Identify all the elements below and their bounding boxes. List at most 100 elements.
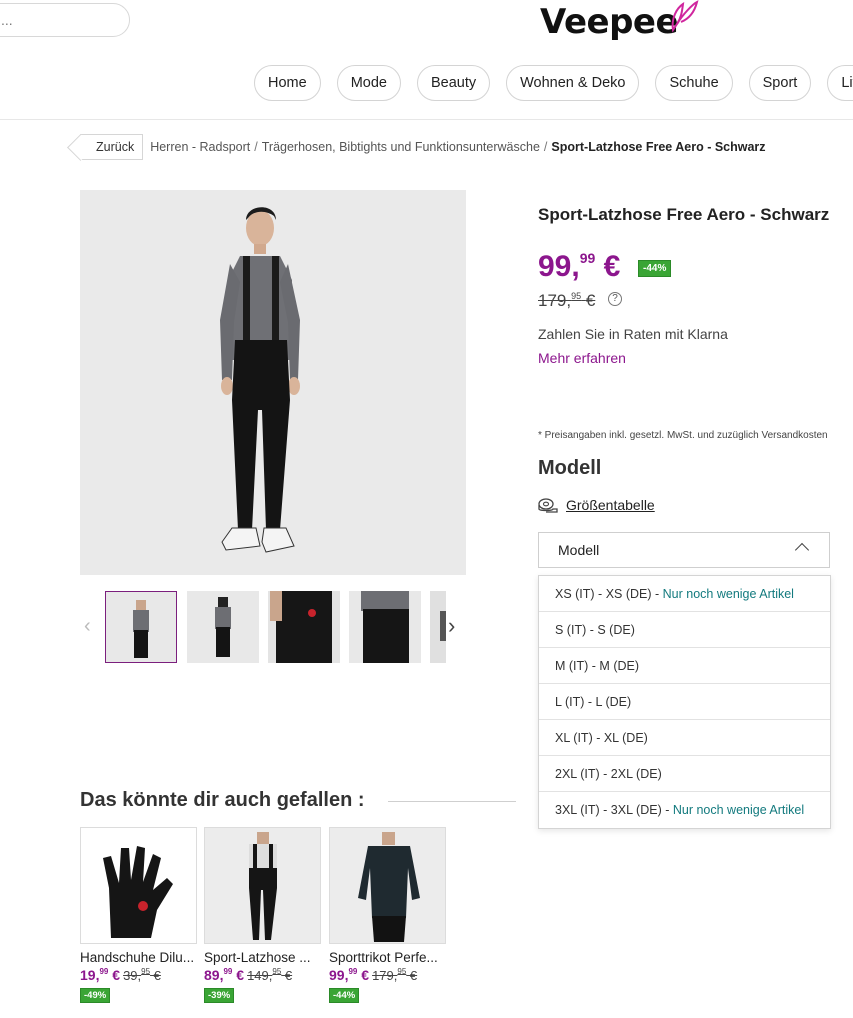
back-button-label: Zurück [96, 140, 135, 154]
search-input[interactable]: ... [0, 3, 130, 37]
nav-life[interactable]: Life [827, 65, 853, 101]
klarna-text: Zahlen Sie in Raten mit Klarna [538, 326, 728, 342]
model-heading: Modell [538, 457, 602, 479]
recommendation-price-currency: € [108, 967, 121, 983]
recommendation-name: Sport-Latzhose ... [204, 950, 311, 965]
recommendation-prices: 19,99 €39,95 € [80, 967, 198, 983]
logo-text: Veepee [540, 2, 679, 42]
thumbnail-2[interactable] [187, 591, 259, 663]
breadcrumb-item[interactable]: Herren - Radsport [150, 140, 250, 154]
size-option[interactable]: 3XL (IT) - 3XL (DE) - Nur noch wenige Ar… [539, 792, 830, 828]
price-cents: 99 [579, 250, 596, 266]
thumbnail-5[interactable] [430, 591, 446, 663]
recommendation-old-main: 179, [372, 968, 398, 983]
chevron-left-icon[interactable]: ‹ [84, 615, 91, 638]
recommendation-price-main: 19, [80, 967, 100, 983]
thumbnail-4[interactable] [349, 591, 421, 663]
nav-beauty[interactable]: Beauty [416, 65, 491, 101]
size-option-label: XS (IT) - XS (DE) [555, 587, 652, 601]
size-option[interactable]: 2XL (IT) - 2XL (DE) [539, 756, 830, 792]
size-option-separator: - [651, 587, 663, 601]
nav-schuhe[interactable]: Schuhe [655, 65, 733, 101]
nav-home[interactable]: Home [254, 65, 321, 101]
old-price-main: 179, [538, 291, 572, 310]
nav-mode[interactable]: Mode [336, 65, 401, 101]
recommendation-card[interactable]: Handschuhe Dilu... 19,99 €39,95 € -49% [80, 827, 198, 1003]
old-price-currency: € [585, 291, 596, 310]
recommendation-price-currency: € [232, 967, 245, 983]
thumbnail-strip: ‹ › [80, 589, 480, 665]
back-button[interactable]: Zurück [80, 134, 144, 160]
recommendation-price: 89,99 € [204, 967, 244, 983]
recommendation-image[interactable] [204, 827, 321, 944]
breadcrumb-separator: / [543, 140, 548, 154]
recommendation-prices: 89,99 €149,95 € [204, 967, 322, 983]
price-currency: € [603, 250, 621, 283]
discount-badge: -39% [204, 988, 235, 1003]
recommendation-card[interactable]: Sport-Latzhose ... 89,99 €149,95 € -39% [204, 827, 322, 1003]
breadcrumb-item[interactable]: Trägerhosen, Bibtights und Funktionsunte… [262, 140, 540, 154]
recommendation-old-price: 179,95 € [372, 967, 418, 983]
size-option-separator: - [661, 803, 673, 817]
model-select-value: Modell [558, 542, 600, 558]
discount-badge: -49% [80, 988, 111, 1003]
size-option-label: L (IT) - L (DE) [555, 695, 632, 709]
thumbnail-3[interactable] [268, 591, 340, 663]
recommendations-title: Das könnte dir auch gefallen : [80, 789, 365, 811]
discount-badge: -44% [638, 260, 672, 277]
product-title: Sport-Latzhose Free Aero - Schwarz [538, 205, 830, 224]
measuring-tape-icon [538, 498, 558, 513]
help-icon[interactable]: ? [608, 292, 622, 306]
thumbnail-image [349, 591, 421, 663]
thumbnail-image [268, 591, 340, 663]
product-photo-illustration [80, 190, 466, 575]
current-price: 99,99 € [538, 250, 620, 284]
size-option[interactable]: L (IT) - L (DE) [539, 684, 830, 720]
thumbnail-image [106, 592, 176, 662]
size-option[interactable]: S (IT) - S (DE) [539, 612, 830, 648]
recommendation-card[interactable]: Sporttrikot Perfe... 99,99 €179,95 € -44… [329, 827, 447, 1003]
nav-sport[interactable]: Sport [748, 65, 812, 101]
size-chart-link[interactable]: Größentabelle [538, 497, 655, 513]
nav-wohnen-deko[interactable]: Wohnen & Deko [506, 65, 640, 101]
size-option-label: XL (IT) - XL (DE) [555, 731, 648, 745]
size-option-label: M (IT) - M (DE) [555, 659, 640, 673]
recommendation-old-currency: € [406, 968, 418, 983]
product-main-image[interactable] [80, 190, 466, 575]
recommendation-price: 19,99 € [80, 967, 120, 983]
size-option[interactable]: XS (IT) - XS (DE) - Nur noch wenige Arti… [539, 576, 830, 612]
price-main: 99, [538, 250, 580, 283]
size-option[interactable]: M (IT) - M (DE) [539, 648, 830, 684]
size-option[interactable]: XL (IT) - XL (DE) [539, 720, 830, 756]
recommendation-old-cents: 95 [272, 967, 282, 976]
thumbnail-1[interactable] [105, 591, 177, 663]
recommendation-image[interactable] [329, 827, 446, 944]
more-info-link[interactable]: Mehr erfahren [538, 350, 626, 366]
recommendation-price-main: 99, [329, 967, 349, 983]
recommendation-image[interactable] [80, 827, 197, 944]
veepee-logo[interactable]: Veepee [540, 0, 700, 42]
thumbnail-image [187, 591, 259, 663]
recommendation-old-currency: € [150, 968, 161, 983]
gloves-image [81, 828, 196, 943]
thumbnail-image [430, 591, 446, 663]
recommendation-price-main: 89, [204, 967, 224, 983]
recommendation-old-cents: 95 [397, 967, 407, 976]
size-option-label: 3XL (IT) - 3XL (DE) [555, 803, 662, 817]
main-nav: Home Mode Beauty Wohnen & Deko Schuhe Sp… [254, 65, 853, 101]
recommendation-price: 99,99 € [329, 967, 369, 983]
discount-badge: -44% [329, 988, 360, 1003]
chevron-right-icon[interactable]: › [448, 613, 455, 639]
size-option-label: 2XL (IT) - 2XL (DE) [555, 767, 662, 781]
chevron-up-icon [794, 542, 810, 558]
recommendation-old-price: 149,95 € [247, 967, 293, 983]
recommendation-price-currency: € [357, 967, 370, 983]
tax-note: * Preisangaben inkl. gesetzl. MwSt. und … [538, 430, 828, 441]
model-select[interactable]: Modell [538, 532, 830, 568]
low-stock-note: Nur noch wenige Artikel [662, 587, 794, 601]
recommendation-old-currency: € [281, 968, 293, 983]
divider [388, 801, 516, 802]
recommendation-name: Handschuhe Dilu... [80, 950, 195, 965]
recommendation-old-main: 39, [123, 968, 142, 983]
recommendation-old-main: 149, [247, 968, 273, 983]
